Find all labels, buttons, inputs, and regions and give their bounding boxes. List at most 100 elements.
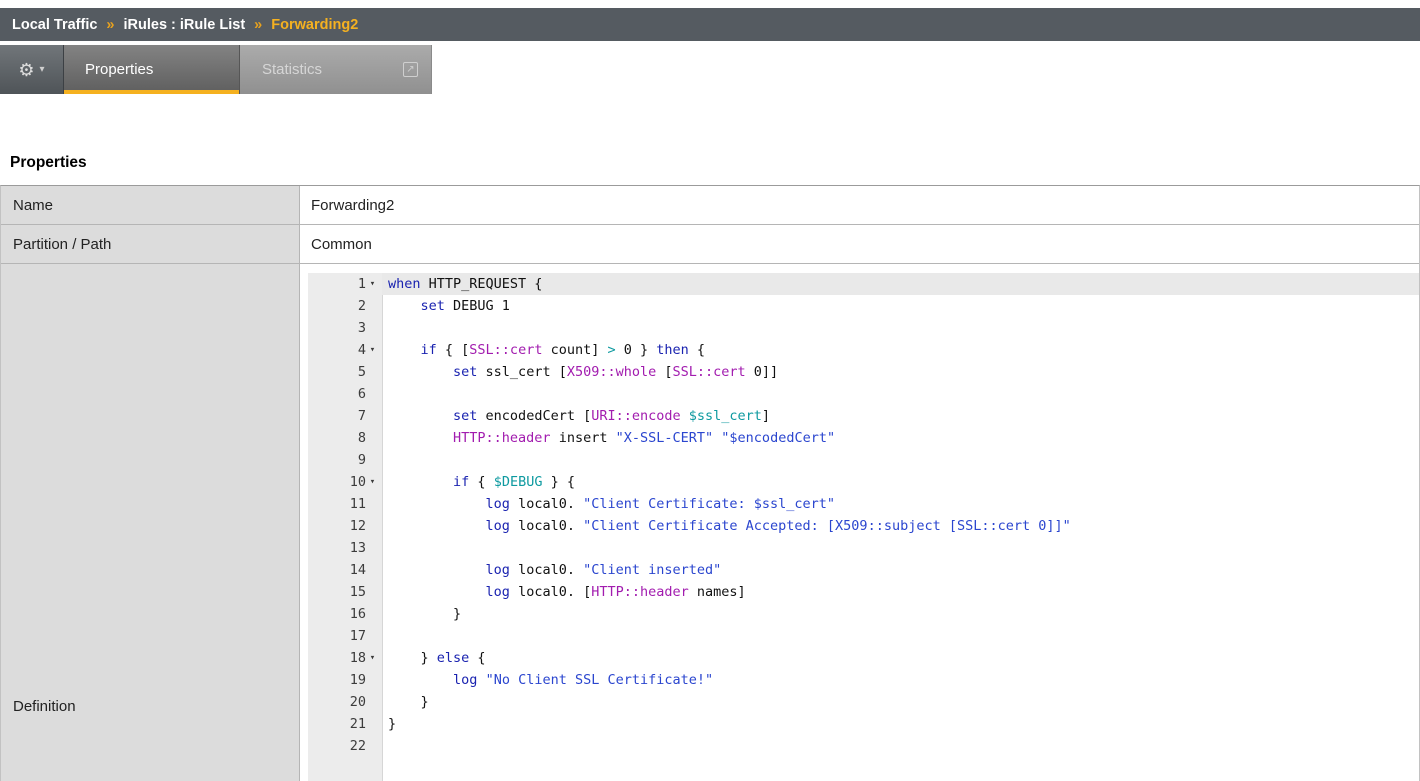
code-text: if { $DEBUG } { [382,471,1419,493]
code-text: } [382,603,1419,625]
line-number: 11 [308,493,366,515]
line-number: 1 [308,273,366,295]
external-link-icon: ↗ [403,62,418,77]
code-text: HTTP::header insert "X-SSL-CERT" "$encod… [382,427,1419,449]
page: Local Traffic » iRules : iRule List » Fo… [0,0,1420,781]
line-number: 2 [308,295,366,317]
gutter-cell: 9 [308,449,382,471]
gutter-cell: 12 [308,515,382,537]
breadcrumb-separator-icon: » [106,17,114,33]
line-number: 7 [308,405,366,427]
code-line[interactable]: 21} [308,713,1419,735]
code-text [382,317,1419,339]
line-number: 3 [308,317,366,339]
code-line[interactable]: 3 [308,317,1419,339]
line-number: 15 [308,581,366,603]
line-number: 10 [308,471,366,493]
tab-properties-label: Properties [85,61,153,78]
line-number: 9 [308,449,366,471]
code-text: when HTTP_REQUEST { [382,273,1419,295]
code-line[interactable]: 12 log local0. "Client Certificate Accep… [308,515,1419,537]
fold-arrow-icon[interactable]: ▾ [366,471,379,493]
code-line[interactable]: 20 } [308,691,1419,713]
line-number: 20 [308,691,366,713]
gutter-cell: 20 [308,691,382,713]
line-number: 8 [308,427,366,449]
code-line[interactable]: 6 [308,383,1419,405]
code-text: set ssl_cert [X509::whole [SSL::cert 0]] [382,361,1419,383]
gutter-cell: 17 [308,625,382,647]
code-text [382,449,1419,471]
tab-bar: ⚙ ▾ Properties Statistics ↗ [0,45,432,94]
breadcrumb-current-page: Forwarding2 [271,17,358,33]
gutter-cell: 2 [308,295,382,317]
breadcrumb-link-local-traffic[interactable]: Local Traffic [12,17,97,33]
code-line[interactable]: 5 set ssl_cert [X509::whole [SSL::cert 0… [308,361,1419,383]
code-line[interactable]: 7 set encodedCert [URI::encode $ssl_cert… [308,405,1419,427]
code-line[interactable]: 16 } [308,603,1419,625]
code-text: log local0. [HTTP::header names] [382,581,1419,603]
gutter-cell: 4▾ [308,339,382,361]
code-line[interactable]: 14 log local0. "Client inserted" [308,559,1419,581]
code-line[interactable]: 2 set DEBUG 1 [308,295,1419,317]
fold-arrow-icon[interactable]: ▾ [366,647,379,669]
code-line[interactable]: 10▾ if { $DEBUG } { [308,471,1419,493]
fold-arrow-icon[interactable]: ▾ [366,339,379,361]
line-number: 13 [308,537,366,559]
gutter-cell: 21 [308,713,382,735]
line-number: 22 [308,735,366,757]
breadcrumb: Local Traffic » iRules : iRule List » Fo… [0,8,1420,41]
code-line[interactable]: 1▾when HTTP_REQUEST { [308,273,1419,295]
code-text [382,735,1419,757]
code-text: log local0. "Client Certificate: $ssl_ce… [382,493,1419,515]
gutter-cell: 8 [308,427,382,449]
tab-statistics-label: Statistics [262,61,322,78]
code-line[interactable]: 18▾ } else { [308,647,1419,669]
code-text: log "No Client SSL Certificate!" [382,669,1419,691]
line-number: 16 [308,603,366,625]
code-line[interactable]: 17 [308,625,1419,647]
gutter-cell: 13 [308,537,382,559]
code-line[interactable]: 4▾ if { [SSL::cert count] > 0 } then { [308,339,1419,361]
code-text [382,625,1419,647]
code-line[interactable]: 8 HTTP::header insert "X-SSL-CERT" "$enc… [308,427,1419,449]
code-line[interactable]: 22 [308,735,1419,757]
gear-icon: ⚙ [18,61,34,79]
gutter-cell: 16 [308,603,382,625]
line-number: 17 [308,625,366,647]
fold-arrow-icon[interactable]: ▾ [366,273,379,295]
breadcrumb-link-irule-list[interactable]: iRules : iRule List [124,17,246,33]
line-number: 4 [308,339,366,361]
line-number: 6 [308,383,366,405]
tab-statistics[interactable]: Statistics ↗ [240,45,432,94]
code-text: } [382,713,1419,735]
code-line[interactable]: 11 log local0. "Client Certificate: $ssl… [308,493,1419,515]
code-line[interactable]: 15 log local0. [HTTP::header names] [308,581,1419,603]
code-text: set DEBUG 1 [382,295,1419,317]
gutter-cell: 3 [308,317,382,339]
code-line[interactable]: 13 [308,537,1419,559]
code-text [382,537,1419,559]
line-number: 5 [308,361,366,383]
gutter-cell: 7 [308,405,382,427]
chevron-down-icon: ▾ [40,64,45,75]
code-text: log local0. "Client inserted" [382,559,1419,581]
tab-properties[interactable]: Properties [64,45,240,94]
table-row-partition: Partition / Path Common [1,225,1419,264]
code-line[interactable]: 9 [308,449,1419,471]
name-value: Forwarding2 [300,186,1419,225]
code-text [382,383,1419,405]
gutter-cell: 6 [308,383,382,405]
section-title: Properties [10,154,87,172]
code-editor[interactable]: 1▾when HTTP_REQUEST {2 set DEBUG 134▾ if… [308,273,1419,781]
code-line[interactable]: 19 log "No Client SSL Certificate!" [308,669,1419,691]
gutter-cell: 11 [308,493,382,515]
options-menu-button[interactable]: ⚙ ▾ [0,45,64,94]
partition-path-label: Partition / Path [1,225,300,264]
gutter-cell: 1▾ [308,273,382,295]
line-number: 12 [308,515,366,537]
breadcrumb-separator-icon: » [254,17,262,33]
code-text: } [382,691,1419,713]
gutter-cell: 10▾ [308,471,382,493]
definition-label: Definition [1,264,300,781]
